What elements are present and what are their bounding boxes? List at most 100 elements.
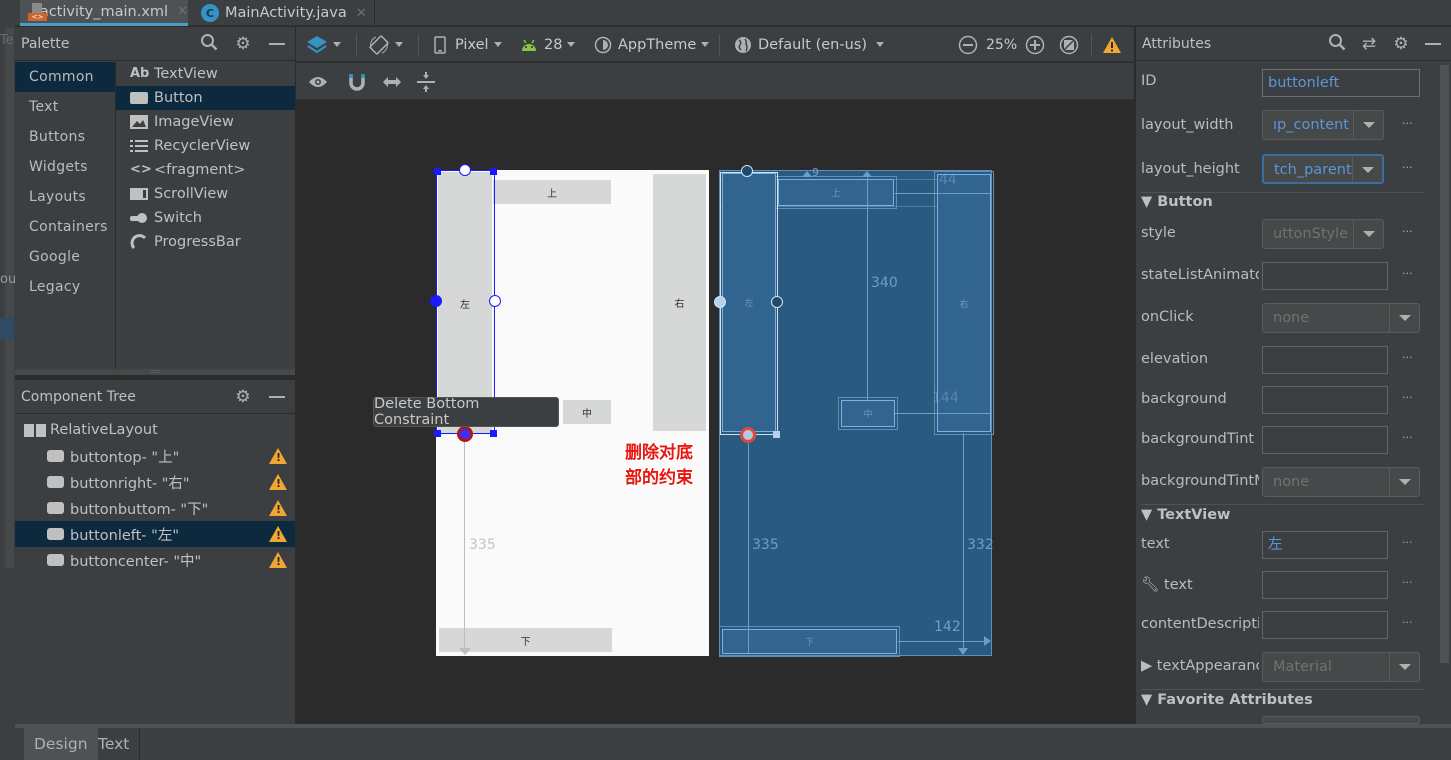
minimize-icon[interactable] bbox=[267, 34, 287, 54]
tree-item-buttonbuttom[interactable]: buttonbuttom- "下" bbox=[15, 495, 295, 521]
attr-label[interactable]: ▶ textAppearanc bbox=[1141, 658, 1259, 674]
more-icon[interactable]: ··· bbox=[1402, 161, 1413, 174]
right-anchor-handle[interactable] bbox=[489, 295, 501, 307]
close-icon[interactable]: ✕ bbox=[356, 6, 367, 21]
resize-handle[interactable] bbox=[490, 430, 497, 437]
left-anchor-handle[interactable] bbox=[714, 296, 726, 308]
palette-category-text[interactable]: Text bbox=[15, 92, 115, 122]
search-icon[interactable] bbox=[1327, 33, 1347, 56]
style-select[interactable]: uttonStyle bbox=[1262, 219, 1384, 249]
more-icon[interactable]: ··· bbox=[1402, 391, 1413, 404]
palette-item-fragment[interactable]: <> <fragment> bbox=[116, 158, 295, 182]
gear-icon[interactable]: ⚙ bbox=[1391, 34, 1411, 54]
theme-selector[interactable]: AppTheme bbox=[594, 27, 710, 62]
search-icon[interactable] bbox=[199, 33, 219, 56]
more-icon[interactable]: ··· bbox=[1402, 576, 1413, 589]
section-button[interactable]: ▼ Button bbox=[1141, 194, 1213, 210]
zoom-out-button[interactable] bbox=[958, 27, 978, 62]
chevron-down-icon[interactable] bbox=[1389, 653, 1419, 681]
tree-item-buttonleft[interactable]: buttonleft- "左" bbox=[15, 521, 295, 547]
palette-item-switch[interactable]: Switch bbox=[116, 206, 295, 230]
locale-selector[interactable]: Default (en-us) bbox=[734, 27, 884, 62]
palette-category-buttons[interactable]: Buttons bbox=[15, 122, 115, 152]
palette-category-common[interactable]: Common bbox=[15, 62, 115, 92]
resize-handle[interactable] bbox=[490, 168, 497, 175]
more-icon[interactable]: ··· bbox=[1402, 616, 1413, 629]
palette-category-layouts[interactable]: Layouts bbox=[15, 182, 115, 212]
warning-icon[interactable] bbox=[269, 448, 287, 464]
warnings-button[interactable] bbox=[1103, 27, 1121, 62]
layout-width-select[interactable]: ıp_content bbox=[1262, 110, 1384, 140]
panel-splitter[interactable]: ::::: bbox=[15, 369, 295, 375]
zoom-in-button[interactable] bbox=[1025, 27, 1045, 62]
layout-height-select[interactable]: tch_parent bbox=[1262, 154, 1384, 184]
more-icon[interactable]: ··· bbox=[1402, 351, 1413, 364]
warning-icon[interactable] bbox=[269, 526, 287, 542]
tree-item-buttoncenter[interactable]: buttoncenter- "中" bbox=[15, 547, 295, 573]
blueprint-button-top[interactable]: 上 bbox=[775, 176, 897, 209]
more-icon[interactable]: ··· bbox=[1402, 225, 1413, 238]
favorite-attr-select-partial[interactable] bbox=[1262, 716, 1420, 724]
design-canvas[interactable]: 上 右 左 中 下 335 删除对底部的约束 Delete Bottom Con… bbox=[296, 101, 1134, 724]
orientation-button[interactable] bbox=[368, 27, 403, 62]
warning-icon[interactable] bbox=[269, 474, 287, 490]
autoconnect-toggle[interactable] bbox=[348, 63, 366, 100]
tab-activity-main-xml[interactable]: <> activity_main.xml ✕ bbox=[20, 0, 188, 26]
bottom-anchor-handle[interactable] bbox=[740, 427, 756, 443]
more-icon[interactable]: ··· bbox=[1402, 117, 1413, 130]
id-input[interactable]: buttonleft bbox=[1262, 69, 1420, 97]
palette-category-widgets[interactable]: Widgets bbox=[15, 152, 115, 182]
chevron-down-icon[interactable] bbox=[1353, 111, 1383, 139]
api-level-selector[interactable]: 28 bbox=[520, 27, 576, 62]
palette-item-textview[interactable]: Ab TextView bbox=[116, 62, 295, 86]
preview-button-center[interactable]: 中 bbox=[563, 400, 611, 424]
palette-item-imageview[interactable]: ImageView bbox=[116, 110, 295, 134]
resize-handle[interactable] bbox=[434, 168, 441, 175]
preview-button-top[interactable]: 上 bbox=[493, 180, 611, 204]
blueprint-button-center[interactable]: 中 bbox=[838, 397, 898, 430]
scrollbar-thumb[interactable] bbox=[1440, 65, 1449, 663]
palette-item-recyclerview[interactable]: RecyclerView bbox=[116, 134, 295, 158]
more-icon[interactable]: ··· bbox=[1402, 536, 1413, 549]
preview-button-right[interactable]: 右 bbox=[653, 174, 706, 431]
background-input[interactable] bbox=[1262, 386, 1388, 414]
tab-design[interactable]: Design bbox=[24, 728, 98, 760]
bottom-anchor-handle[interactable] bbox=[457, 426, 473, 442]
minimize-icon[interactable] bbox=[1423, 34, 1443, 54]
elevation-input[interactable] bbox=[1262, 346, 1388, 374]
expand-vertical-button[interactable] bbox=[416, 63, 436, 100]
top-anchor-handle[interactable] bbox=[741, 165, 753, 177]
tab-text[interactable]: Text bbox=[88, 728, 141, 760]
right-anchor-handle[interactable] bbox=[771, 296, 783, 308]
close-icon[interactable]: ✕ bbox=[177, 4, 188, 19]
gear-icon[interactable]: ⚙ bbox=[233, 387, 253, 407]
contentdescription-input[interactable] bbox=[1262, 611, 1388, 639]
section-textview[interactable]: ▼ TextView bbox=[1141, 507, 1230, 523]
more-icon[interactable]: ··· bbox=[1402, 267, 1413, 280]
resize-handle[interactable] bbox=[773, 431, 780, 438]
warning-icon[interactable] bbox=[269, 552, 287, 568]
zoom-fit-button[interactable] bbox=[1059, 27, 1079, 62]
gear-icon[interactable]: ⚙ bbox=[233, 34, 253, 54]
tree-item-buttontop[interactable]: buttontop- "上" bbox=[15, 443, 295, 469]
left-strip-selection[interactable] bbox=[0, 318, 14, 340]
swap-icon[interactable]: ⇄ bbox=[1359, 34, 1379, 54]
minimize-icon[interactable] bbox=[267, 387, 287, 407]
top-anchor-handle[interactable] bbox=[459, 164, 471, 176]
tools-text-input[interactable] bbox=[1262, 571, 1388, 599]
chevron-down-icon[interactable] bbox=[1353, 220, 1383, 248]
palette-item-button[interactable]: Button bbox=[116, 86, 295, 110]
palette-category-google[interactable]: Google bbox=[15, 242, 115, 272]
view-options-button[interactable] bbox=[308, 63, 328, 100]
palette-category-legacy[interactable]: Legacy bbox=[15, 272, 115, 302]
palette-item-scrollview[interactable]: ScrollView bbox=[116, 182, 295, 206]
expand-horizontal-button[interactable] bbox=[382, 63, 402, 100]
device-selector[interactable]: Pixel bbox=[434, 27, 502, 62]
chevron-down-icon[interactable] bbox=[1352, 156, 1382, 182]
statelistanimator-input[interactable] bbox=[1262, 262, 1388, 290]
resize-handle[interactable] bbox=[434, 430, 441, 437]
section-favorite-attributes[interactable]: ▼ Favorite Attributes bbox=[1141, 692, 1313, 708]
tab-mainactivity-java[interactable]: C MainActivity.java ✕ bbox=[193, 0, 375, 26]
textappearance-select[interactable]: Material bbox=[1262, 652, 1420, 682]
tree-item-buttonright[interactable]: buttonright- "右" bbox=[15, 469, 295, 495]
